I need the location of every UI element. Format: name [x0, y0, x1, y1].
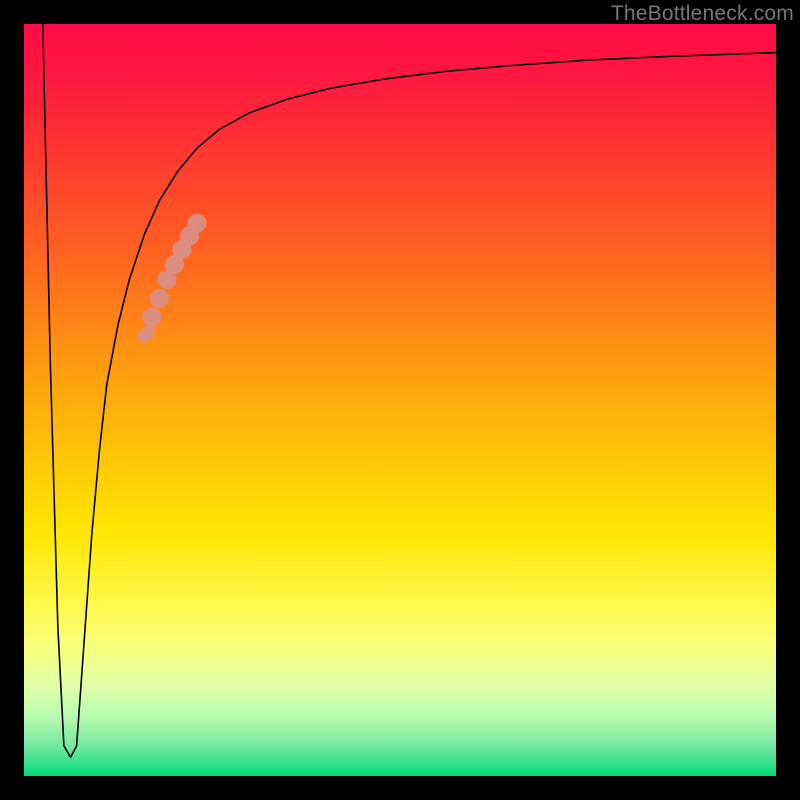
watermark-text: TheBottleneck.com: [611, 2, 794, 26]
highlight-dot: [188, 214, 207, 233]
highlight-dot: [142, 308, 161, 327]
highlight-dot: [142, 326, 155, 339]
bottleneck-curve: [43, 24, 776, 757]
chart-svg: [24, 24, 776, 776]
chart-frame: TheBottleneck.com: [0, 0, 800, 800]
highlight-segment: [138, 214, 207, 343]
highlight-dot: [150, 289, 169, 308]
plot-area: [24, 24, 776, 776]
